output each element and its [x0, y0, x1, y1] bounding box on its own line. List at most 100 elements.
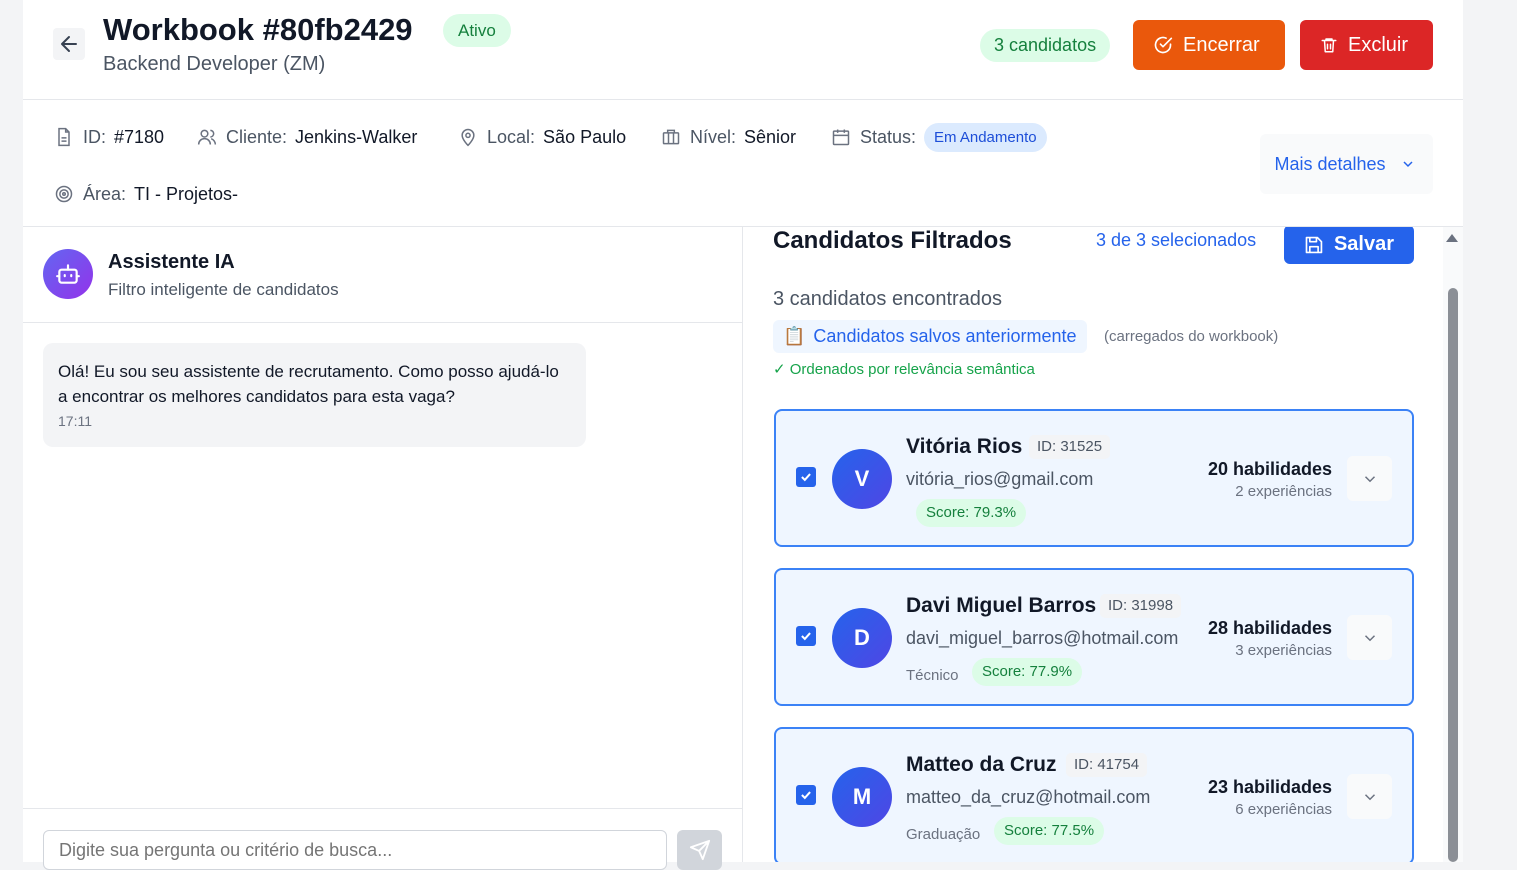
expand-button[interactable] — [1347, 456, 1392, 501]
scroll-up-arrow[interactable] — [1446, 234, 1458, 242]
candidate-id: ID: 31525 — [1029, 435, 1111, 459]
candidate-tag: Técnico — [906, 667, 959, 684]
candidate-score: Score: 79.3% — [916, 499, 1027, 527]
chevron-down-icon — [1364, 475, 1375, 482]
assistant-panel: Assistente IA Filtro inteligente de cand… — [23, 227, 743, 870]
target-icon — [53, 183, 75, 205]
status-badge: Ativo — [443, 14, 511, 47]
assistant-header: Assistente IA Filtro inteligente de cand… — [23, 227, 742, 323]
excluir-label: Excluir — [1348, 33, 1409, 56]
workbook-meta: ID: #7180 Cliente: Jenkins-Walker Local:… — [23, 101, 1463, 227]
meta-status-label: Status: — [860, 126, 917, 147]
candidate-skills: 20 habilidades — [1207, 459, 1332, 479]
expand-button[interactable] — [1347, 615, 1392, 660]
candidate-checkbox[interactable] — [796, 626, 816, 646]
message-text: Olá! Eu sou seu assistente de recrutamen… — [58, 362, 559, 406]
candidate-card[interactable]: M Matteo da Cruz ID: 41754 matteo_da_cru… — [774, 727, 1414, 862]
meta-local-label: Local: — [487, 126, 536, 147]
candidate-experiences: 6 experiências — [1235, 801, 1332, 818]
meta-area-label: Área: — [83, 183, 127, 204]
back-button[interactable] — [53, 28, 85, 60]
briefcase-icon — [660, 126, 682, 148]
candidate-name: Davi Miguel Barros — [906, 594, 1097, 617]
meta-area-value: TI - Projetos- — [134, 183, 239, 204]
candidate-score: Score: 77.9% — [972, 658, 1083, 686]
meta-id-value: #7180 — [114, 126, 165, 147]
save-label: Salvar — [1333, 233, 1394, 255]
candidate-score: Score: 77.5% — [994, 817, 1105, 845]
chevron-down-icon — [1403, 161, 1413, 168]
encerrar-label: Encerrar — [1183, 33, 1260, 56]
meta-cliente-value: Jenkins-Walker — [295, 126, 418, 147]
candidate-checkbox[interactable] — [796, 785, 816, 805]
candidate-email: vitória_rios@gmail.com — [906, 469, 1094, 489]
meta-nivel: Nível: Sênior — [660, 122, 796, 152]
candidates-count-badge: 3 candidatos — [980, 29, 1111, 62]
page-title: Workbook #80fb2429 — [103, 12, 413, 47]
status-pill: Em Andamento — [924, 122, 1047, 152]
avatar: V — [832, 449, 892, 509]
avatar: M — [832, 767, 892, 827]
workbook-page: Workbook #80fb2429 Ativo Backend Develop… — [23, 0, 1463, 870]
candidate-tag: Graduação — [906, 826, 981, 843]
candidate-skills: 28 habilidades — [1207, 618, 1332, 638]
bot-icon — [56, 264, 80, 284]
candidate-experiences: 3 experiências — [1235, 642, 1332, 659]
mais-detalhes-button[interactable]: Mais detalhes — [1260, 134, 1433, 194]
meta-nivel-label: Nível: — [690, 126, 737, 147]
check-icon — [801, 473, 811, 482]
candidate-email: davi_miguel_barros@hotmail.com — [906, 628, 1179, 648]
avatar: D — [832, 608, 892, 668]
ordered-note: ✓ Ordenados por relevância semântica — [773, 361, 1035, 378]
candidate-name: Matteo da Cruz — [906, 753, 1057, 776]
send-button[interactable] — [677, 830, 722, 870]
candidate-card[interactable]: D Davi Miguel Barros ID: 31998 davi_migu… — [774, 568, 1414, 706]
trash-icon — [1321, 38, 1337, 53]
meta-local-value: São Paulo — [543, 126, 627, 147]
save-button[interactable]: Salvar — [1284, 227, 1414, 264]
check-icon — [801, 632, 811, 641]
file-icon — [53, 126, 75, 148]
candidates-title: Candidatos Filtrados — [773, 227, 1012, 254]
page-subtitle: Backend Developer (ZM) — [103, 53, 326, 75]
expand-button[interactable] — [1347, 774, 1392, 819]
meta-id: ID: #7180 — [53, 122, 164, 152]
candidate-checkbox[interactable] — [796, 467, 816, 487]
bot-avatar — [43, 249, 93, 299]
calendar-icon — [830, 126, 852, 148]
encerrar-button[interactable]: Encerrar — [1133, 20, 1285, 70]
chevron-down-icon — [1364, 793, 1375, 800]
clipboard-icon: 📋 — [783, 326, 806, 346]
meta-local: Local: São Paulo — [457, 122, 626, 152]
check-circle-icon — [1154, 36, 1173, 54]
saved-note: (carregados do workbook) — [1104, 328, 1279, 345]
meta-id-label: ID: — [83, 126, 107, 147]
assistant-subtitle: Filtro inteligente de candidatos — [108, 280, 339, 299]
send-icon — [689, 839, 710, 861]
found-count: 3 candidatos encontrados — [773, 288, 1003, 310]
selected-count[interactable]: 3 de 3 selecionados — [1096, 230, 1256, 251]
saved-candidates-pill: 📋 Candidatos salvos anteriormente — [773, 320, 1087, 353]
mais-detalhes-label: Mais detalhes — [1274, 153, 1386, 174]
candidate-skills: 23 habilidades — [1207, 777, 1332, 797]
chevron-down-icon — [1364, 634, 1375, 641]
chat-input[interactable] — [43, 830, 667, 870]
candidate-id: ID: 41754 — [1066, 753, 1148, 777]
meta-area: Área: TI - Projetos- — [53, 179, 238, 209]
assistant-title: Assistente IA — [108, 251, 235, 273]
page-header: Workbook #80fb2429 Ativo Backend Develop… — [23, 0, 1463, 100]
candidate-email: matteo_da_cruz@hotmail.com — [906, 787, 1151, 807]
candidates-panel: Candidatos Filtrados 3 de 3 selecionados… — [743, 227, 1443, 862]
scrollbar-thumb[interactable] — [1448, 288, 1458, 862]
saved-pill-label: Candidatos salvos anteriormente — [813, 326, 1077, 346]
meta-nivel-value: Sênior — [744, 126, 797, 147]
meta-cliente: Cliente: Jenkins-Walker — [196, 122, 417, 152]
map-pin-icon — [457, 126, 479, 148]
save-icon — [1305, 236, 1323, 253]
assistant-message: Olá! Eu sou seu assistente de recrutamen… — [43, 343, 586, 447]
candidate-name: Vitória Rios — [906, 435, 1023, 458]
check-icon — [801, 791, 811, 800]
excluir-button[interactable]: Excluir — [1300, 20, 1433, 70]
meta-cliente-label: Cliente: — [226, 126, 288, 147]
candidate-card[interactable]: V Vitória Rios ID: 31525 vitória_rios@gm… — [774, 409, 1414, 547]
